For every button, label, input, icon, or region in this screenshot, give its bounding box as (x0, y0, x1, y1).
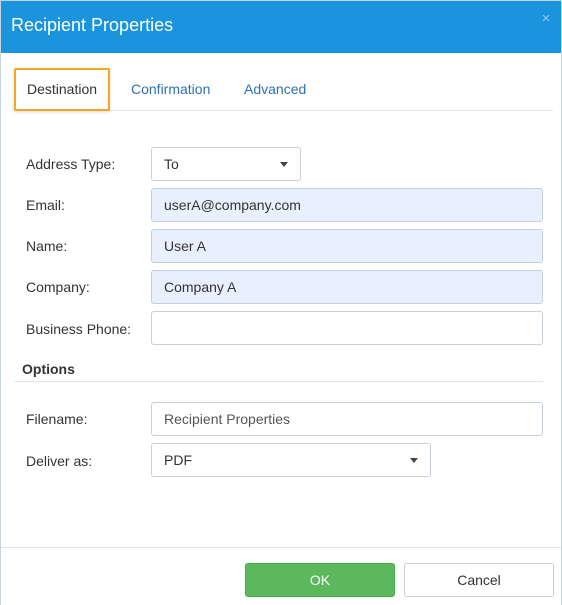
ok-button[interactable]: OK (245, 563, 395, 597)
address-type-value: To (164, 156, 179, 172)
tab-advanced[interactable]: Advanced (244, 68, 306, 111)
name-field[interactable]: User A (151, 229, 543, 263)
dialog-titlebar: Recipient Properties × (1, 1, 561, 53)
close-icon[interactable]: × (539, 11, 553, 27)
address-type-label: Address Type: (26, 156, 116, 172)
company-label: Company: (26, 279, 90, 295)
tab-confirmation[interactable]: Confirmation (131, 68, 210, 111)
tab-bar: Destination Confirmation Advanced (14, 68, 553, 111)
address-type-select[interactable]: To (151, 147, 301, 181)
dialog-footer: OK Cancel (1, 547, 561, 605)
business-phone-field[interactable] (151, 311, 543, 345)
dialog-title: Recipient Properties (11, 15, 174, 35)
filename-label: Filename: (26, 411, 88, 427)
caret-down-icon (410, 458, 418, 463)
cancel-button[interactable]: Cancel (404, 563, 554, 597)
deliver-as-select[interactable]: PDF (151, 443, 431, 477)
company-field[interactable]: Company A (151, 270, 543, 304)
business-phone-label: Business Phone: (26, 321, 132, 337)
email-label: Email: (26, 197, 65, 213)
options-divider (14, 381, 543, 382)
filename-field[interactable]: Recipient Properties (151, 402, 543, 436)
recipient-properties-dialog: Recipient Properties × Destination Confi… (0, 0, 562, 605)
name-label: Name: (26, 238, 68, 254)
tab-destination[interactable]: Destination (14, 68, 110, 111)
caret-down-icon (280, 162, 288, 167)
options-section-title: Options (22, 361, 75, 377)
deliver-as-label: Deliver as: (26, 453, 93, 469)
email-field[interactable]: userA@company.com (151, 188, 543, 222)
deliver-as-value: PDF (164, 452, 192, 468)
